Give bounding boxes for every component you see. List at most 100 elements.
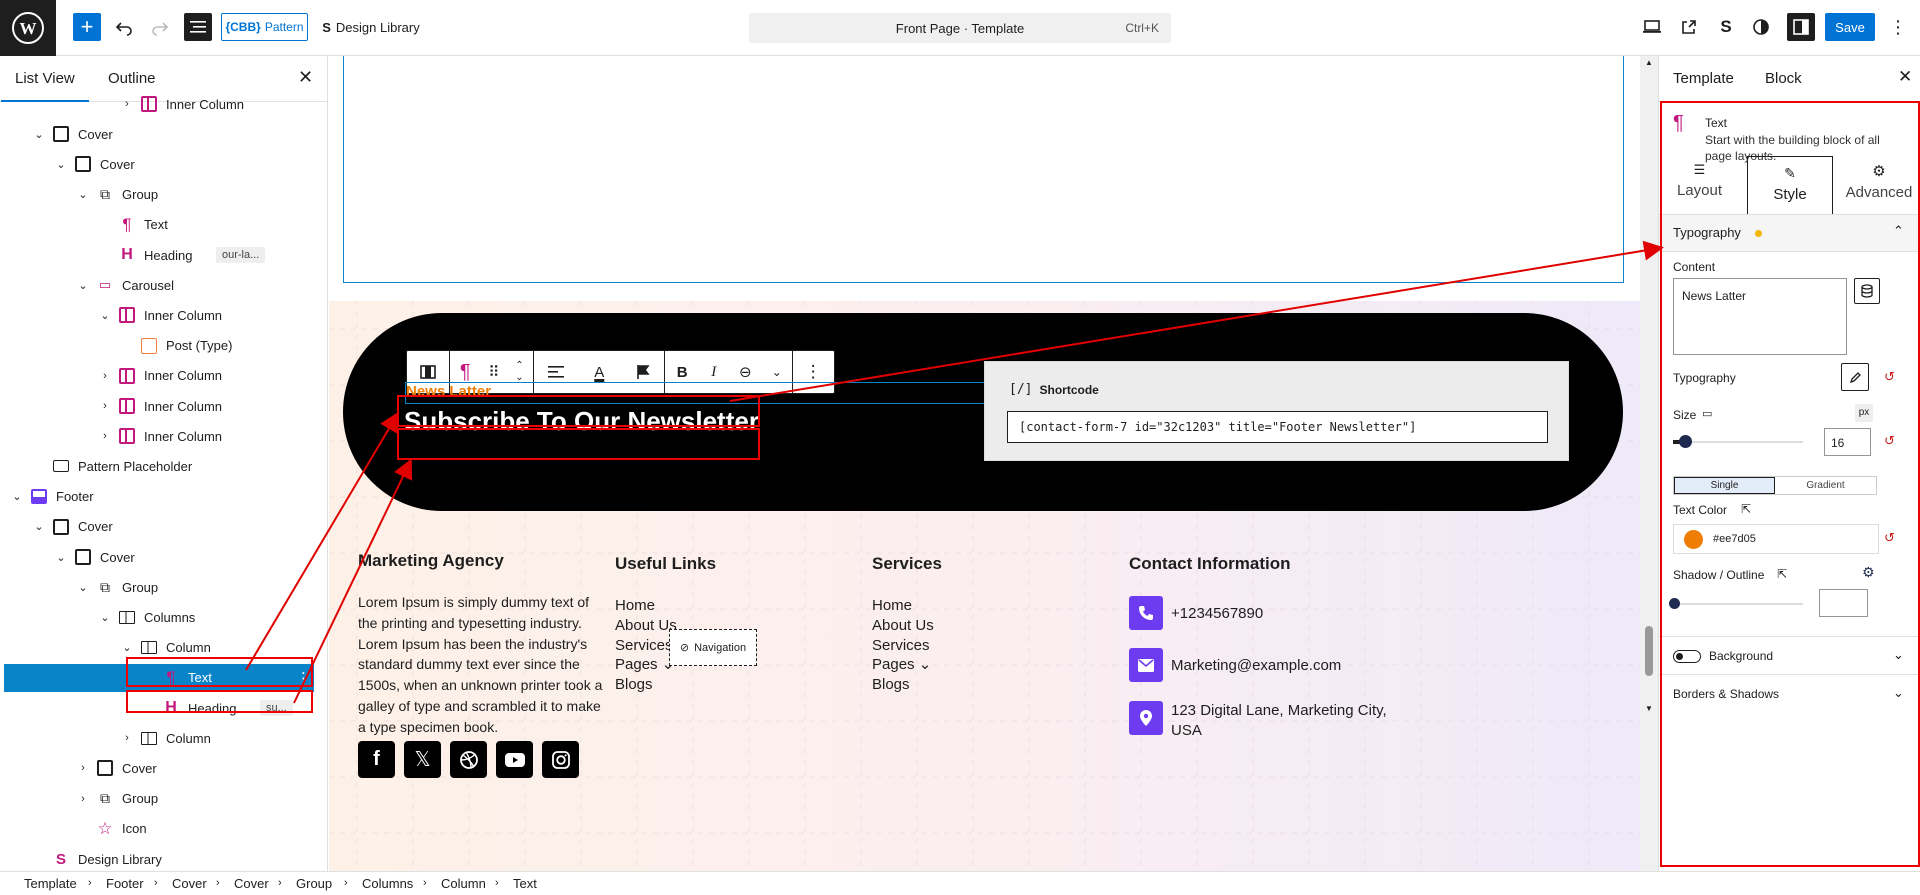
background-section[interactable]: Background ⌄: [1659, 636, 1920, 674]
services-link[interactable]: Blogs: [872, 675, 934, 695]
tab-block[interactable]: Block: [1765, 70, 1802, 87]
scroll-thumb[interactable]: [1645, 626, 1653, 676]
gear-icon[interactable]: ⚙: [1862, 564, 1875, 581]
tree-item-cover[interactable]: ⌄ Cover: [4, 120, 314, 148]
background-toggle[interactable]: [1673, 650, 1701, 663]
design-library-button[interactable]: S Design Library: [316, 12, 426, 42]
external-view-icon[interactable]: [1677, 12, 1701, 42]
canvas-scrollbar[interactable]: ▲ ▼: [1640, 56, 1658, 871]
reset-icon[interactable]: ↺: [1884, 369, 1895, 385]
chevron-right-icon[interactable]: ›: [98, 370, 112, 382]
size-unit[interactable]: px: [1855, 404, 1873, 422]
tree-item-pattern-placeholder[interactable]: Pattern Placeholder: [4, 452, 314, 480]
tree-item-inner-column[interactable]: › Inner Column: [4, 90, 314, 118]
useful-link[interactable]: Home: [615, 596, 677, 616]
footer-col1-text[interactable]: Lorem Ipsum is simply dummy text of the …: [358, 592, 610, 738]
tree-item-inner-column[interactable]: ⌄ Inner Column: [4, 301, 314, 329]
fill-mode-gradient[interactable]: Gradient: [1775, 477, 1876, 494]
footer-col4-title[interactable]: Contact Information: [1129, 554, 1291, 574]
chevron-down-icon[interactable]: ⌄: [32, 520, 46, 533]
chevron-right-icon[interactable]: ›: [76, 762, 90, 774]
tab-list-view[interactable]: List View: [1, 70, 89, 102]
chevron-right-icon[interactable]: ›: [76, 793, 90, 805]
tree-item-inner-column[interactable]: › Inner Column: [4, 362, 314, 390]
scroll-down-icon[interactable]: ▼: [1645, 704, 1653, 713]
subtab-advanced[interactable]: ⚙ Advanced: [1839, 156, 1919, 214]
list-view-icon[interactable]: [184, 13, 212, 41]
save-button[interactable]: Save: [1825, 13, 1875, 41]
size-input[interactable]: 16: [1824, 428, 1871, 456]
desktop-device-icon[interactable]: ▭: [1702, 407, 1712, 420]
tree-item-icon[interactable]: ☆ Icon: [4, 815, 314, 843]
contact-address-row[interactable]: 123 Digital Lane, Marketing City, USA: [1129, 701, 1391, 741]
tree-item-group[interactable]: ⌄ ⧉ Group: [4, 181, 314, 209]
row-options-icon[interactable]: ⋮: [296, 669, 311, 687]
chevron-down-icon[interactable]: ⌄: [10, 490, 24, 503]
add-block-button[interactable]: +: [73, 13, 101, 41]
chevron-down-icon[interactable]: ⌄: [98, 611, 112, 624]
chevron-down-icon[interactable]: ⌄: [76, 188, 90, 201]
tab-template[interactable]: Template: [1673, 70, 1734, 87]
shortcode-input[interactable]: [contact-form-7 id="32c1203" title="Foot…: [1007, 411, 1548, 443]
cursor-select-icon[interactable]: ⇱: [1777, 567, 1787, 581]
reset-icon[interactable]: ↺: [1884, 433, 1895, 449]
reset-icon[interactable]: ↺: [1884, 530, 1895, 546]
more-formatting-chevron-icon[interactable]: ⌄: [762, 365, 792, 379]
chevron-down-icon[interactable]: ⌄: [32, 128, 46, 141]
text-color-icon[interactable]: A: [578, 364, 621, 381]
footer-col2-title[interactable]: Useful Links: [615, 554, 716, 574]
chevron-down-icon[interactable]: ⌄: [76, 581, 90, 594]
breadcrumb-item-footer[interactable]: Footer: [106, 876, 144, 891]
tree-item-column[interactable]: ⌄ Column: [4, 634, 314, 662]
pattern-button[interactable]: {CBB} Pattern: [221, 13, 308, 41]
contact-phone-row[interactable]: +1234567890: [1129, 596, 1263, 630]
newsletter-heading[interactable]: Subscribe To Our Newsletter: [404, 406, 759, 437]
subtab-layout[interactable]: ☰ Layout: [1663, 156, 1736, 214]
tree-item-columns[interactable]: ⌄ Columns: [4, 603, 314, 631]
chevron-down-icon[interactable]: ⌄: [54, 551, 68, 564]
italic-icon[interactable]: I: [699, 364, 729, 381]
wordpress-logo-icon[interactable]: W: [0, 0, 56, 56]
breadcrumb-item-column[interactable]: Column: [441, 876, 486, 891]
tree-item-cover[interactable]: › Cover: [4, 754, 314, 782]
shadow-slider[interactable]: [1669, 598, 1803, 609]
borders-shadows-section[interactable]: Borders & Shadows ⌄: [1659, 674, 1920, 714]
tree-item-post-type[interactable]: Post (Type): [4, 332, 314, 360]
size-slider-thumb[interactable]: [1679, 435, 1692, 448]
typography-edit-button[interactable]: [1841, 363, 1869, 391]
typography-section-header[interactable]: Typography ⌃: [1659, 214, 1920, 252]
chevron-right-icon[interactable]: ›: [120, 98, 134, 110]
services-link[interactable]: Services: [872, 636, 934, 656]
footer-col3-title[interactable]: Services: [872, 554, 942, 574]
instagram-icon[interactable]: [542, 741, 579, 778]
cursor-select-icon[interactable]: ⇱: [1741, 502, 1751, 516]
x-twitter-icon[interactable]: 𝕏: [404, 741, 441, 778]
undo-icon[interactable]: [112, 12, 136, 42]
options-menu-icon[interactable]: ⋮: [1888, 12, 1908, 42]
shadow-slider-thumb[interactable]: [1669, 598, 1680, 609]
tree-item-group[interactable]: › ⧉ Group: [4, 785, 314, 813]
breadcrumb-item-template[interactable]: Template: [24, 876, 77, 891]
tree-item-cover[interactable]: ⌄ Cover: [4, 543, 314, 571]
block-options-icon[interactable]: ⋮: [793, 362, 834, 382]
breadcrumb-item-group[interactable]: Group: [296, 876, 332, 891]
shortcode-block[interactable]: [/] Shortcode [contact-form-7 id="32c120…: [984, 361, 1569, 461]
tree-item-group[interactable]: ⌄ ⧉ Group: [4, 573, 314, 601]
tab-outline[interactable]: Outline: [108, 70, 156, 87]
redo-icon[interactable]: [148, 12, 172, 42]
tree-item-carousel[interactable]: ⌄ ▭ Carousel: [4, 271, 314, 299]
breadcrumb-item-cover[interactable]: Cover: [172, 876, 207, 891]
chevron-down-icon[interactable]: ⌄: [76, 279, 90, 292]
youtube-icon[interactable]: [496, 741, 533, 778]
chevron-down-icon[interactable]: ⌄: [54, 158, 68, 171]
tree-item-inner-column[interactable]: › Inner Column: [4, 392, 314, 420]
tree-item-cover[interactable]: ⌄ Cover: [4, 150, 314, 178]
paragraph-icon[interactable]: ¶: [450, 361, 480, 384]
move-up-down-icon[interactable]: ⌃ ⌄: [506, 360, 534, 384]
contrast-icon[interactable]: [1749, 12, 1773, 42]
chevron-down-icon[interactable]: ⌄: [120, 641, 134, 654]
tree-item-column[interactable]: › Column: [4, 724, 314, 752]
tree-item-footer[interactable]: ⌄ Footer: [4, 483, 314, 511]
services-link[interactable]: Pages ⌄: [872, 655, 934, 675]
spectra-icon[interactable]: S: [1714, 12, 1738, 42]
